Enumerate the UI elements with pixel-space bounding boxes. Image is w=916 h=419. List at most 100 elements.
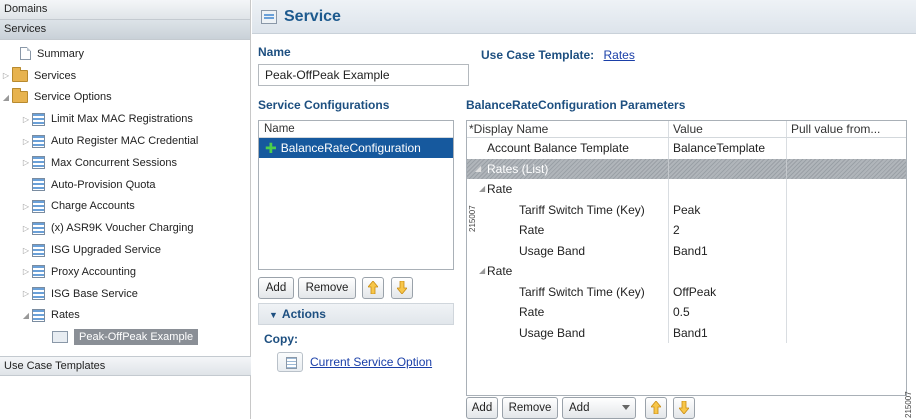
service-configurations-list: Name ✚ BalanceRateConfiguration	[258, 120, 454, 270]
row-value[interactable]: 2	[669, 220, 787, 241]
param-move-down-button[interactable]	[673, 397, 695, 419]
tree-item-label: Auto Register MAC Credential	[51, 135, 199, 148]
copy-current-service-option[interactable]: Current Service Option	[277, 352, 432, 372]
tree-item-proxy-accounting[interactable]: ▷ Proxy Accounting	[0, 261, 250, 283]
tree-item-services[interactable]: ▷ Services	[0, 65, 250, 87]
plus-icon: ✚	[265, 140, 277, 156]
table-row-rates-list[interactable]: ◢ Rates (List)	[467, 158, 906, 179]
tree-item-isg-upgraded[interactable]: ▷ ISG Upgraded Service	[0, 239, 250, 261]
row-value[interactable]: 0.5	[669, 302, 787, 323]
collapse-arrow-icon[interactable]: ◢	[479, 261, 485, 281]
expand-arrow-icon[interactable]: ▷	[20, 267, 32, 276]
column-header-pull-value[interactable]: Pull value from...	[787, 121, 906, 137]
row-name: Usage Band	[519, 325, 586, 340]
params-label: BalanceRateConfiguration Parameters	[466, 98, 686, 112]
list-item[interactable]: ✚ BalanceRateConfiguration	[259, 138, 453, 158]
domains-header[interactable]: Domains	[0, 0, 250, 20]
tree-item-label: Auto-Provision Quota	[51, 178, 156, 191]
use-case-template-link[interactable]: Rates	[604, 48, 635, 62]
tree-item-asr9k-voucher[interactable]: ▷ (x) ASR9K Voucher Charging	[0, 217, 250, 239]
row-value[interactable]: OffPeak	[669, 281, 787, 302]
figure-id-corner: 215007	[904, 391, 913, 418]
add-parameter-button[interactable]: Add	[466, 397, 498, 419]
tree-item-charge-accounts[interactable]: ▷ Charge Accounts	[0, 196, 250, 218]
collapse-arrow-icon[interactable]: ◢	[475, 159, 481, 179]
arrow-up-icon	[368, 281, 378, 294]
collapse-arrow-icon[interactable]: ◢	[0, 93, 12, 102]
arrow-up-icon	[651, 401, 661, 414]
tree-item-peak-offpeak[interactable]: Peak-OffPeak Example	[0, 326, 250, 348]
expand-arrow-icon[interactable]: ▷	[20, 202, 32, 211]
remove-parameter-button[interactable]: Remove	[502, 397, 558, 419]
column-header-value[interactable]: Value	[669, 121, 787, 137]
expand-arrow-icon[interactable]: ▷	[20, 115, 32, 124]
expand-arrow-icon[interactable]: ▷	[0, 71, 12, 80]
tree-item-rates[interactable]: ◢ Rates	[0, 305, 250, 327]
name-field[interactable]: Peak-OffPeak Example	[258, 64, 469, 86]
tree-item-service-options[interactable]: ◢ Service Options	[0, 87, 250, 109]
list-icon	[32, 178, 45, 192]
tree-item-auto-register-mac[interactable]: ▷ Auto Register MAC Credential	[0, 130, 250, 152]
services-header[interactable]: Services	[0, 20, 250, 40]
folder-icon	[12, 88, 28, 104]
row-value	[669, 158, 787, 179]
list-icon	[32, 134, 45, 148]
move-down-button[interactable]	[391, 277, 413, 299]
row-value[interactable]: Peak	[669, 199, 787, 220]
current-service-option-link[interactable]: Current Service Option	[310, 355, 432, 369]
column-header-display-name[interactable]: *Display Name	[467, 121, 669, 137]
list-icon	[32, 308, 45, 322]
tree-item-isg-base[interactable]: ▷ ISG Base Service	[0, 283, 250, 305]
expand-arrow-icon[interactable]: ▷	[20, 158, 32, 167]
arrow-down-icon	[397, 281, 407, 294]
row-name: Rates (List)	[487, 161, 549, 176]
list-icon	[32, 156, 45, 170]
collapse-arrow-icon[interactable]: ◢	[20, 311, 32, 320]
row-value[interactable]: Band1	[669, 240, 787, 261]
use-case-templates-header[interactable]: Use Case Templates	[0, 356, 251, 376]
expand-arrow-icon[interactable]: ▷	[20, 137, 32, 146]
table-row[interactable]: Tariff Switch Time (Key) OffPeak	[467, 281, 906, 302]
actions-section-header[interactable]: ▼ Actions	[258, 303, 454, 325]
tree-item-label: (x) ASR9K Voucher Charging	[51, 222, 194, 235]
row-value	[669, 179, 787, 200]
add-type-select-value: Add	[569, 402, 590, 414]
table-row[interactable]: Usage Band Band1	[467, 322, 906, 343]
tree-item-label: Services	[34, 69, 77, 82]
row-value[interactable]: Band1	[669, 322, 787, 343]
expand-arrow-icon[interactable]: ▷	[20, 289, 32, 298]
tree-item-max-concurrent-sessions[interactable]: ▷ Max Concurrent Sessions	[0, 152, 250, 174]
table-row[interactable]: Account Balance Template BalanceTemplate	[467, 138, 906, 159]
folder-icon	[12, 66, 28, 82]
row-value[interactable]: BalanceTemplate	[669, 138, 787, 159]
services-tree: Summary ▷ Services ◢ Service Options ▷ L…	[0, 40, 250, 348]
table-row[interactable]: Rate 2	[467, 220, 906, 241]
tree-item-limit-max-mac[interactable]: ▷ Limit Max MAC Registrations	[0, 108, 250, 130]
tree-item-label: ISG Base Service	[51, 287, 138, 300]
table-row[interactable]: Rate 0.5	[467, 302, 906, 323]
collapse-triangle-icon: ▼	[269, 310, 278, 320]
page-icon	[20, 47, 31, 61]
title-bar: Service	[252, 0, 916, 34]
collapse-arrow-icon[interactable]: ◢	[479, 179, 485, 199]
parameters-table: *Display Name Value Pull value from... A…	[466, 120, 907, 396]
chevron-down-icon	[622, 405, 630, 410]
add-type-select[interactable]: Add	[562, 397, 636, 419]
add-configuration-button[interactable]: Add	[258, 277, 294, 299]
tree-item-label: Rates	[51, 309, 80, 322]
param-move-up-button[interactable]	[645, 397, 667, 419]
service-icon	[261, 9, 277, 24]
service-option-icon	[277, 352, 303, 372]
tree-item-auto-provision-quota[interactable]: Auto-Provision Quota	[0, 174, 250, 196]
table-row[interactable]: Tariff Switch Time (Key) Peak	[467, 199, 906, 220]
table-row[interactable]: ◢ Rate	[467, 179, 906, 200]
table-row[interactable]: Usage Band Band1	[467, 240, 906, 261]
column-header-name[interactable]: Name	[259, 121, 453, 138]
remove-configuration-button[interactable]: Remove	[298, 277, 356, 299]
expand-arrow-icon[interactable]: ▷	[20, 246, 32, 255]
tree-item-label: Limit Max MAC Registrations	[51, 113, 193, 126]
move-up-button[interactable]	[362, 277, 384, 299]
table-row[interactable]: ◢ Rate	[467, 261, 906, 282]
expand-arrow-icon[interactable]: ▷	[20, 224, 32, 233]
tree-item-summary[interactable]: Summary	[0, 43, 250, 65]
